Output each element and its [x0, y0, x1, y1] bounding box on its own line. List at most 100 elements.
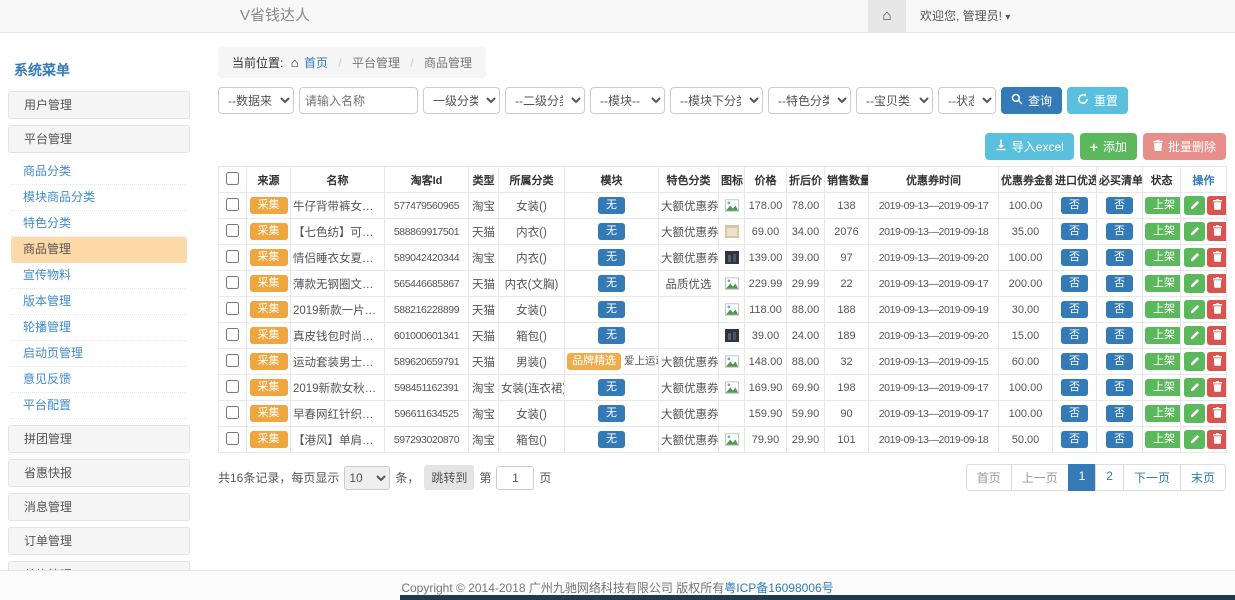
sidebar-item-exchange[interactable]: 兑换管理	[8, 561, 190, 570]
data-source-select[interactable]: --数据来源--	[218, 87, 294, 114]
sidebar-item-orders[interactable]: 订单管理	[8, 527, 190, 555]
row-checkbox[interactable]	[226, 432, 239, 445]
sidebar-subitem-9[interactable]: 平台配置	[11, 393, 187, 419]
delete-button[interactable]	[1207, 378, 1227, 397]
level2-category-select[interactable]: --二级分类--	[505, 87, 585, 114]
status-button[interactable]: 上架	[1145, 197, 1181, 215]
level1-category-select[interactable]: 一级分类	[423, 87, 500, 114]
batch-delete-button[interactable]: 批量删除	[1143, 133, 1226, 160]
must-buy-toggle[interactable]: 否	[1106, 275, 1133, 293]
row-checkbox[interactable]	[226, 354, 239, 367]
sidebar-subitem-1[interactable]: 模块商品分类	[11, 185, 187, 211]
delete-button[interactable]	[1207, 248, 1227, 267]
delete-button[interactable]	[1207, 300, 1227, 319]
row-checkbox[interactable]	[226, 276, 239, 289]
status-button[interactable]: 上架	[1145, 223, 1181, 241]
import-excel-button[interactable]: 导入excel	[985, 133, 1074, 160]
search-button[interactable]: 查询	[1001, 87, 1062, 114]
delete-button[interactable]	[1207, 430, 1227, 449]
sidebar-subitem-4[interactable]: 宣传物料	[11, 263, 187, 289]
icp-link[interactable]: 粤ICP备16098006号	[724, 581, 833, 595]
reset-button[interactable]: 重置	[1067, 87, 1128, 114]
status-button[interactable]: 上架	[1145, 301, 1181, 319]
imported-toggle[interactable]: 否	[1061, 223, 1088, 241]
sidebar-item-pintuan[interactable]: 拼团管理	[8, 425, 190, 453]
row-checkbox[interactable]	[226, 224, 239, 237]
page-button-上一页[interactable]: 上一页	[1011, 464, 1069, 491]
edit-button[interactable]	[1184, 248, 1205, 267]
must-buy-toggle[interactable]: 否	[1106, 327, 1133, 345]
row-checkbox[interactable]	[226, 380, 239, 393]
status-button[interactable]: 上架	[1145, 379, 1181, 397]
delete-button[interactable]	[1207, 222, 1227, 241]
jump-button[interactable]: 跳转到	[424, 465, 474, 490]
edit-button[interactable]	[1184, 196, 1205, 215]
sidebar-subitem-8[interactable]: 意见反馈	[11, 367, 187, 393]
sidebar-subitem-3[interactable]: 商品管理	[11, 237, 187, 263]
row-checkbox[interactable]	[226, 250, 239, 263]
user-menu[interactable]: 欢迎您, 管理员! ▾	[906, 0, 1024, 32]
imported-toggle[interactable]: 否	[1061, 379, 1088, 397]
page-button-下一页[interactable]: 下一页	[1123, 464, 1181, 491]
sidebar-subitem-5[interactable]: 版本管理	[11, 289, 187, 315]
page-button-末页[interactable]: 末页	[1180, 464, 1226, 491]
delete-button[interactable]	[1207, 404, 1227, 423]
sidebar-item-express[interactable]: 省惠快报	[8, 459, 190, 487]
module-sub-select[interactable]: --模块下分类--	[670, 87, 763, 114]
row-checkbox[interactable]	[226, 406, 239, 419]
per-page-select[interactable]: 10	[344, 466, 390, 490]
sidebar-subitem-6[interactable]: 轮播管理	[11, 315, 187, 341]
home-icon[interactable]: ⌂	[868, 0, 906, 32]
status-button[interactable]: 上架	[1145, 275, 1181, 293]
must-buy-toggle[interactable]: 否	[1106, 223, 1133, 241]
page-number-input[interactable]	[496, 466, 534, 490]
imported-toggle[interactable]: 否	[1061, 301, 1088, 319]
imported-toggle[interactable]: 否	[1061, 431, 1088, 449]
imported-toggle[interactable]: 否	[1061, 405, 1088, 423]
add-button[interactable]: + 添加	[1080, 133, 1137, 160]
name-input[interactable]	[299, 87, 418, 114]
breadcrumb-home-link[interactable]: 首页	[304, 56, 328, 70]
row-checkbox[interactable]	[226, 328, 239, 341]
status-button[interactable]: 上架	[1145, 327, 1181, 345]
must-buy-toggle[interactable]: 否	[1106, 353, 1133, 371]
module-select[interactable]: --模块--	[590, 87, 665, 114]
sidebar-subitem-7[interactable]: 启动页管理	[11, 341, 187, 367]
page-button-首页[interactable]: 首页	[966, 464, 1012, 491]
must-buy-toggle[interactable]: 否	[1106, 249, 1133, 267]
must-buy-toggle[interactable]: 否	[1106, 431, 1133, 449]
delete-button[interactable]	[1207, 196, 1227, 215]
must-buy-toggle[interactable]: 否	[1106, 301, 1133, 319]
edit-button[interactable]	[1184, 378, 1205, 397]
status-select[interactable]: --状态--	[938, 87, 996, 114]
must-buy-toggle[interactable]: 否	[1106, 379, 1133, 397]
delete-button[interactable]	[1207, 326, 1227, 345]
row-checkbox[interactable]	[226, 302, 239, 315]
imported-toggle[interactable]: 否	[1061, 275, 1088, 293]
imported-toggle[interactable]: 否	[1061, 327, 1088, 345]
imported-toggle[interactable]: 否	[1061, 197, 1088, 215]
select-all-checkbox[interactable]	[226, 172, 239, 185]
edit-button[interactable]	[1184, 326, 1205, 345]
edit-button[interactable]	[1184, 404, 1205, 423]
page-button-1[interactable]: 1	[1068, 464, 1097, 491]
item-type-select[interactable]: --宝贝类型--	[856, 87, 933, 114]
edit-button[interactable]	[1184, 222, 1205, 241]
feature-category-select[interactable]: --特色分类--	[768, 87, 851, 114]
sidebar-item-messages[interactable]: 消息管理	[8, 493, 190, 521]
sidebar-item-platform[interactable]: 平台管理	[8, 125, 190, 153]
delete-button[interactable]	[1207, 352, 1227, 371]
sidebar-item-users[interactable]: 用户管理	[8, 91, 190, 119]
edit-button[interactable]	[1184, 430, 1205, 449]
page-button-2[interactable]: 2	[1095, 464, 1124, 491]
status-button[interactable]: 上架	[1145, 249, 1181, 267]
status-button[interactable]: 上架	[1145, 353, 1181, 371]
imported-toggle[interactable]: 否	[1061, 249, 1088, 267]
row-checkbox[interactable]	[226, 198, 239, 211]
sidebar-subitem-0[interactable]: 商品分类	[11, 159, 187, 185]
status-button[interactable]: 上架	[1145, 405, 1181, 423]
must-buy-toggle[interactable]: 否	[1106, 405, 1133, 423]
edit-button[interactable]	[1184, 352, 1205, 371]
must-buy-toggle[interactable]: 否	[1106, 197, 1133, 215]
sidebar-subitem-2[interactable]: 特色分类	[11, 211, 187, 237]
